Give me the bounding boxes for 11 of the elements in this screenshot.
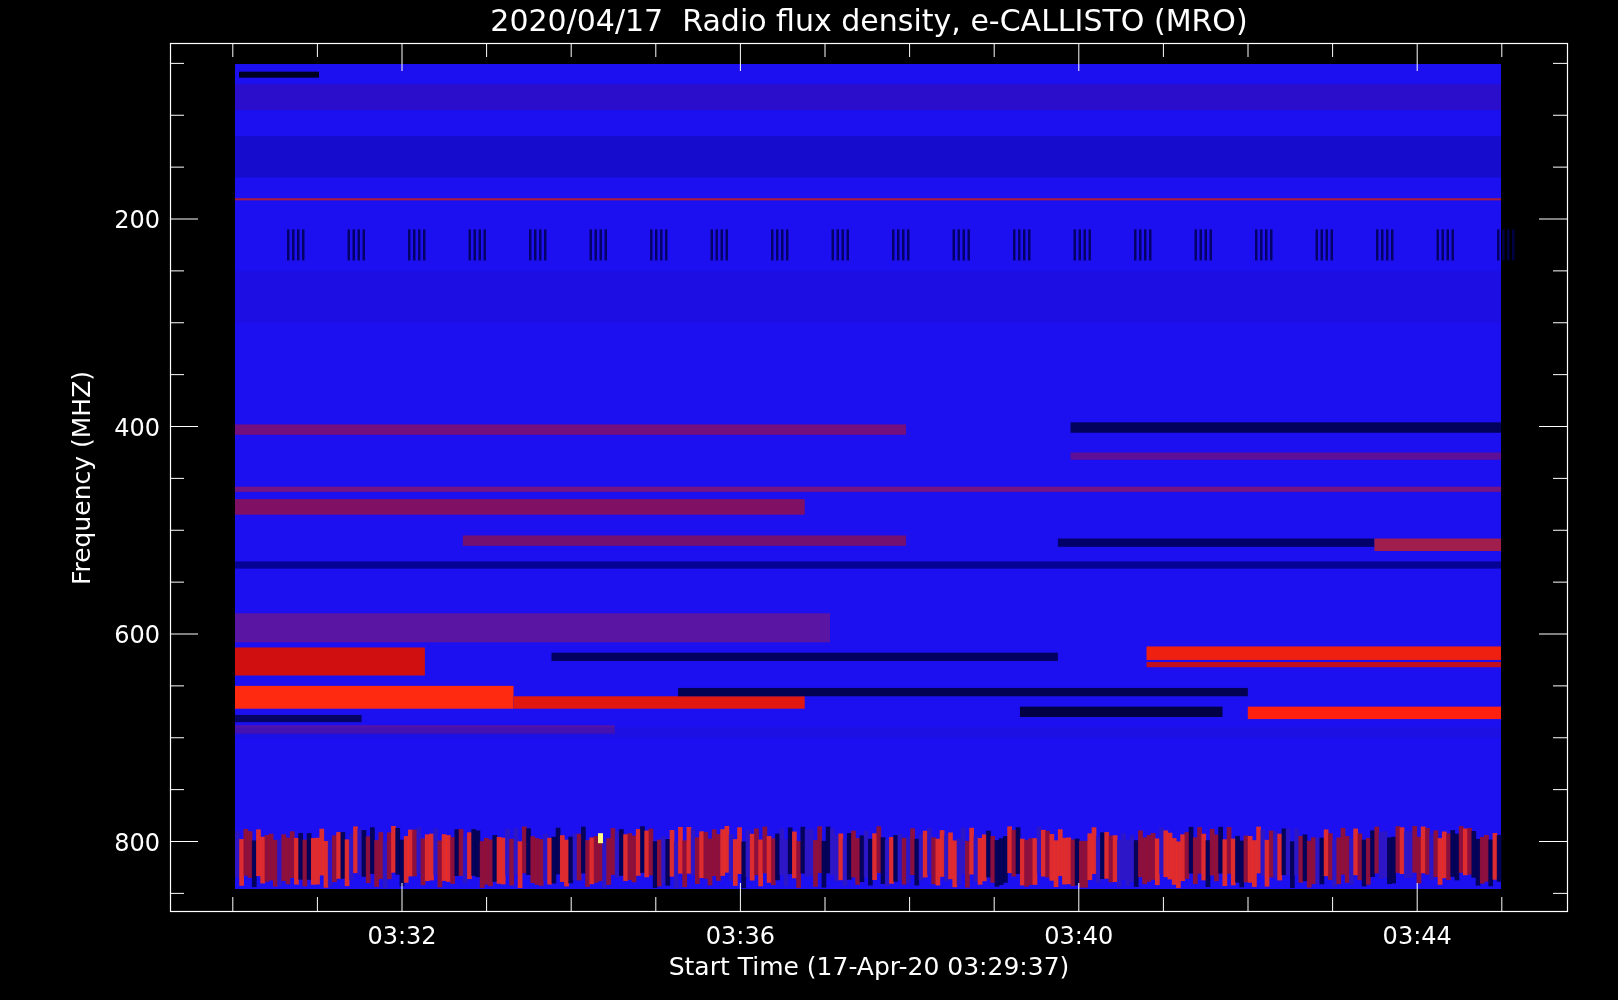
y-tick-label: 200 [114,206,160,234]
x-tick-label: 03:44 [1382,922,1452,950]
x-axis-label: Start Time (17-Apr-20 03:29:37) [668,952,1070,981]
x-tick-label: 03:40 [1044,922,1114,950]
x-tick-label: 03:36 [705,922,775,950]
y-tick-label: 600 [114,621,160,649]
y-tick-label: 800 [114,828,160,857]
y-tick-label: 400 [114,413,160,442]
chart-title: 2020/04/17 Radio flux density, e-CALLISTO (MRO) [490,3,1248,38]
y-axis-label: Frequency (MHZ) [67,370,96,586]
x-tick-label: 03:32 [367,922,437,950]
